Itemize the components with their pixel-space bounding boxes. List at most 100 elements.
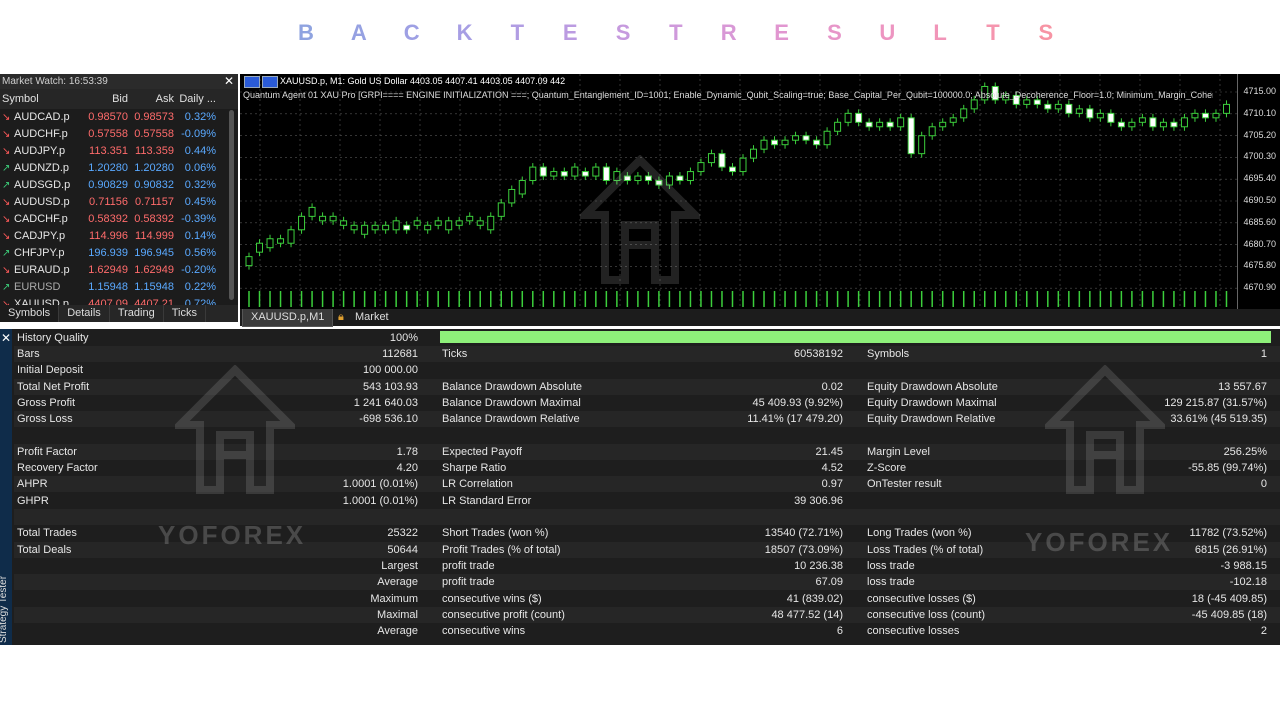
metric-value: 11.41% (17 479.20) [747, 413, 843, 426]
banner-letter: S [615, 20, 631, 45]
bid-cell: 196.939 [88, 247, 128, 259]
table-row[interactable]: ↘ AUDCAD.p 0.98570 0.98573 0.32% [0, 109, 238, 126]
candle [1044, 103, 1052, 110]
watermark-text: YOFOREX [1025, 527, 1174, 557]
price-tick-label: 4700.30 [1243, 151, 1276, 162]
chart-icon[interactable] [262, 76, 278, 88]
banner-letter: R [720, 20, 737, 45]
candle [571, 166, 579, 177]
bid-cell: 113.351 [89, 145, 128, 157]
metric-label: Total Deals [17, 543, 72, 556]
metric-value: 0.02 [821, 380, 843, 393]
column-ask[interactable]: Ask [130, 89, 176, 109]
metric-label: Expected Payoff [442, 445, 522, 458]
candle [928, 126, 936, 137]
candle [1201, 112, 1209, 119]
candle [907, 117, 915, 155]
column-bid[interactable]: Bid [84, 89, 130, 109]
close-icon[interactable]: ✕ [1, 331, 11, 345]
candle [1117, 121, 1125, 128]
banner-letter: S [827, 20, 842, 45]
metric-value: 60538192 [794, 348, 843, 360]
metric-label: Profit Factor [17, 445, 77, 458]
ask-cell: 1.62949 [134, 264, 174, 276]
market-watch-title-text: Market Watch: 16:53:39 [2, 76, 108, 87]
metric-label: Profit Trades (% of total) [442, 543, 561, 556]
table-row[interactable]: ↗ CHFJPY.p 196.939 196.945 0.56% [0, 245, 238, 262]
history-quality-bar [440, 331, 1271, 343]
candle [939, 121, 947, 128]
market-watch-scrollbar[interactable] [229, 110, 234, 300]
metric-label: Equity Drawdown Maximal [867, 396, 997, 409]
candle [403, 224, 411, 231]
table-row[interactable]: ↘ CADCHF.p 0.58392 0.58392 -0.39% [0, 211, 238, 228]
banner-letter: A [350, 20, 367, 45]
ask-cell: 1.20280 [134, 162, 174, 174]
candle [876, 121, 884, 128]
arrow-up-icon: ↗ [2, 282, 11, 293]
bid-cell: 1.15948 [88, 281, 128, 293]
symbol-cell: ↗ AUDNZD.p [0, 160, 84, 177]
close-icon[interactable]: ✕ [224, 74, 234, 89]
metric-label: Margin Level [867, 445, 930, 458]
metric-value: 50644 [387, 543, 418, 556]
column-daily[interactable]: Daily ... [176, 89, 220, 109]
chart-icon[interactable] [244, 76, 260, 88]
tab-ticks[interactable]: Ticks [164, 305, 206, 322]
candle [298, 215, 306, 231]
bid-cell: 0.71156 [89, 196, 128, 208]
tab-trading[interactable]: Trading [110, 305, 164, 322]
tab-symbols[interactable]: Symbols [0, 305, 60, 322]
daily-cell: 0.56% [184, 247, 216, 259]
tab-details[interactable]: Details [59, 305, 110, 322]
tab-xauusd-chart[interactable]: XAUUSD.p,M1 [242, 309, 334, 327]
table-row[interactable]: ↘ CADJPY.p 114.996 114.999 0.14% [0, 228, 238, 245]
ask-cell: 0.98573 [134, 111, 174, 123]
table-row[interactable]: ↘ AUDUSD.p 0.71156 0.71157 0.45% [0, 194, 238, 211]
candle [1180, 117, 1188, 128]
ask-cell: 114.999 [135, 230, 174, 242]
daily-cell: -0.09% [181, 128, 216, 140]
market-watch-tabs: Symbols Details Trading Ticks [0, 305, 238, 322]
metric-value: 25322 [387, 527, 418, 540]
bid-cell: 0.58392 [88, 213, 128, 225]
table-row[interactable]: ↘ AUDJPY.p 113.351 113.359 0.44% [0, 143, 238, 160]
metric-value: Largest [381, 559, 418, 572]
table-row[interactable]: ↘ EURAUD.p 1.62949 1.62949 -0.20% [0, 262, 238, 279]
symbol-cell: ↘ AUDCAD.p [0, 109, 84, 126]
table-row[interactable]: ↗ EURUSD 1.15948 1.15948 0.22% [0, 279, 238, 296]
market-watch-header: Symbol Bid Ask Daily ... [0, 89, 238, 109]
banner-letter: U [879, 20, 896, 45]
price-tick-label: 4685.60 [1243, 216, 1276, 227]
column-symbol[interactable]: Symbol [0, 89, 84, 109]
price-chart[interactable]: XAUUSD.p, M1: Gold US Dollar 4403.05 440… [240, 74, 1280, 309]
arrow-up-icon: ↗ [2, 163, 11, 174]
watermark-logo [1040, 364, 1170, 498]
metric-value: Average [377, 625, 418, 638]
table-row[interactable]: ↘ AUDCHF.p 0.57558 0.57558 -0.09% [0, 126, 238, 143]
candle [1054, 103, 1062, 110]
candle [1222, 103, 1230, 114]
tester-side-bar: ✕ Strategy Tester [0, 329, 12, 645]
table-row[interactable]: ↗ AUDSGD.p 0.90829 0.90832 0.32% [0, 177, 238, 194]
candlestick-plot [240, 74, 1238, 309]
results-row: Maximal consecutive profit (count) 48 477.… [14, 606, 1280, 623]
candle [728, 166, 736, 173]
candle [865, 121, 873, 128]
daily-cell: 0.32% [184, 111, 216, 123]
metric-value: 33.61% (45 519.35) [1170, 413, 1267, 426]
market-watch-title: Market Watch: 16:53:39 ✕ [0, 74, 238, 89]
table-row[interactable]: ↗ AUDNZD.p 1.20280 1.20280 0.06% [0, 160, 238, 177]
candle [823, 130, 831, 146]
arrow-down-icon: ↘ [2, 129, 11, 140]
candle [329, 215, 337, 222]
candle [844, 112, 852, 123]
tester-side-label: Strategy Tester [0, 575, 10, 644]
metric-value: 45 409.93 (9.92%) [752, 396, 843, 409]
metric-label: Loss Trades (% of total) [867, 543, 984, 556]
candle [350, 224, 358, 231]
arrow-up-icon: ↗ [2, 248, 11, 259]
candle [1159, 121, 1167, 128]
metric-value: -45 409.85 (18) [1191, 608, 1267, 621]
tab-market[interactable]: Market [355, 309, 389, 326]
